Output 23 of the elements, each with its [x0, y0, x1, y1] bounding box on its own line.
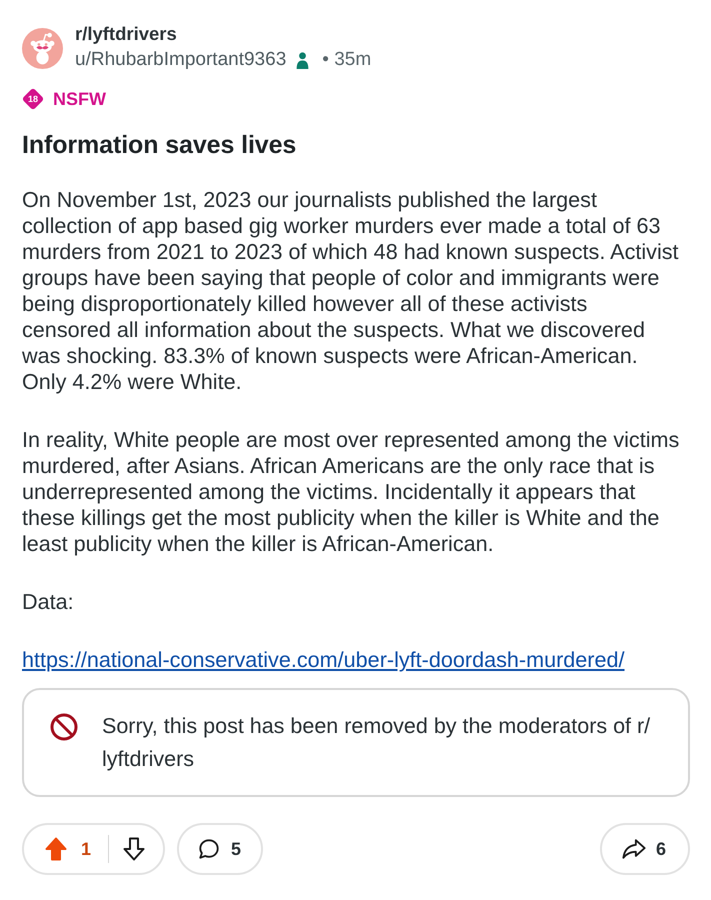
upvote-arrow-icon	[45, 837, 67, 861]
post-paragraph: In reality, White people are most over represented among the victims murdered, after Asians. African Americans are the only race that is underrepresented among the victims. Incidentally it appears that these killings get the most publicity when the killer is White and the least publicity when the killer is African-American.	[22, 427, 680, 557]
username-link[interactable]: u/RhubarbImportant9363	[75, 49, 286, 71]
post-age: • 35m	[322, 49, 372, 71]
share-button[interactable]: 6	[600, 823, 690, 875]
speech-bubble-icon	[197, 838, 222, 860]
post-link[interactable]: https://national-conservative.com/uber-lyft-doordash-murdered/	[22, 647, 625, 672]
person-icon	[296, 52, 310, 68]
post-paragraph: On November 1st, 2023 our journalists published the largest collection of app based gig worker murders ever made a total of 63 murders from 2021 to 2023 of which 48 had known suspects. Activist groups have been saying that people of color and immigrants were being disproportionately killed however all of these activists censored all information about the suspects. What we discovered was shocking. 83.3% of known suspects were African-American. Only 4.2% were White.	[22, 187, 680, 395]
downvote-arrow-icon	[123, 837, 146, 861]
avatar-icon	[22, 28, 63, 68]
prohibited-icon	[50, 713, 78, 741]
removed-message: Sorry, this post has been removed by the moderators of r/lyftdrivers	[102, 713, 652, 773]
upvote-button[interactable]	[45, 837, 67, 861]
subreddit-link[interactable]: r/lyftdrivers	[75, 23, 372, 45]
age-badge: 18	[22, 88, 44, 110]
nsfw-label: NSFW	[53, 88, 106, 110]
comments-button[interactable]: 5	[177, 823, 264, 875]
share-icon	[622, 838, 646, 860]
downvote-button[interactable]	[123, 837, 146, 861]
post-paragraph: Data:	[22, 589, 75, 615]
vote-score: 1	[81, 838, 92, 860]
post-title: Information saves lives	[22, 130, 298, 160]
